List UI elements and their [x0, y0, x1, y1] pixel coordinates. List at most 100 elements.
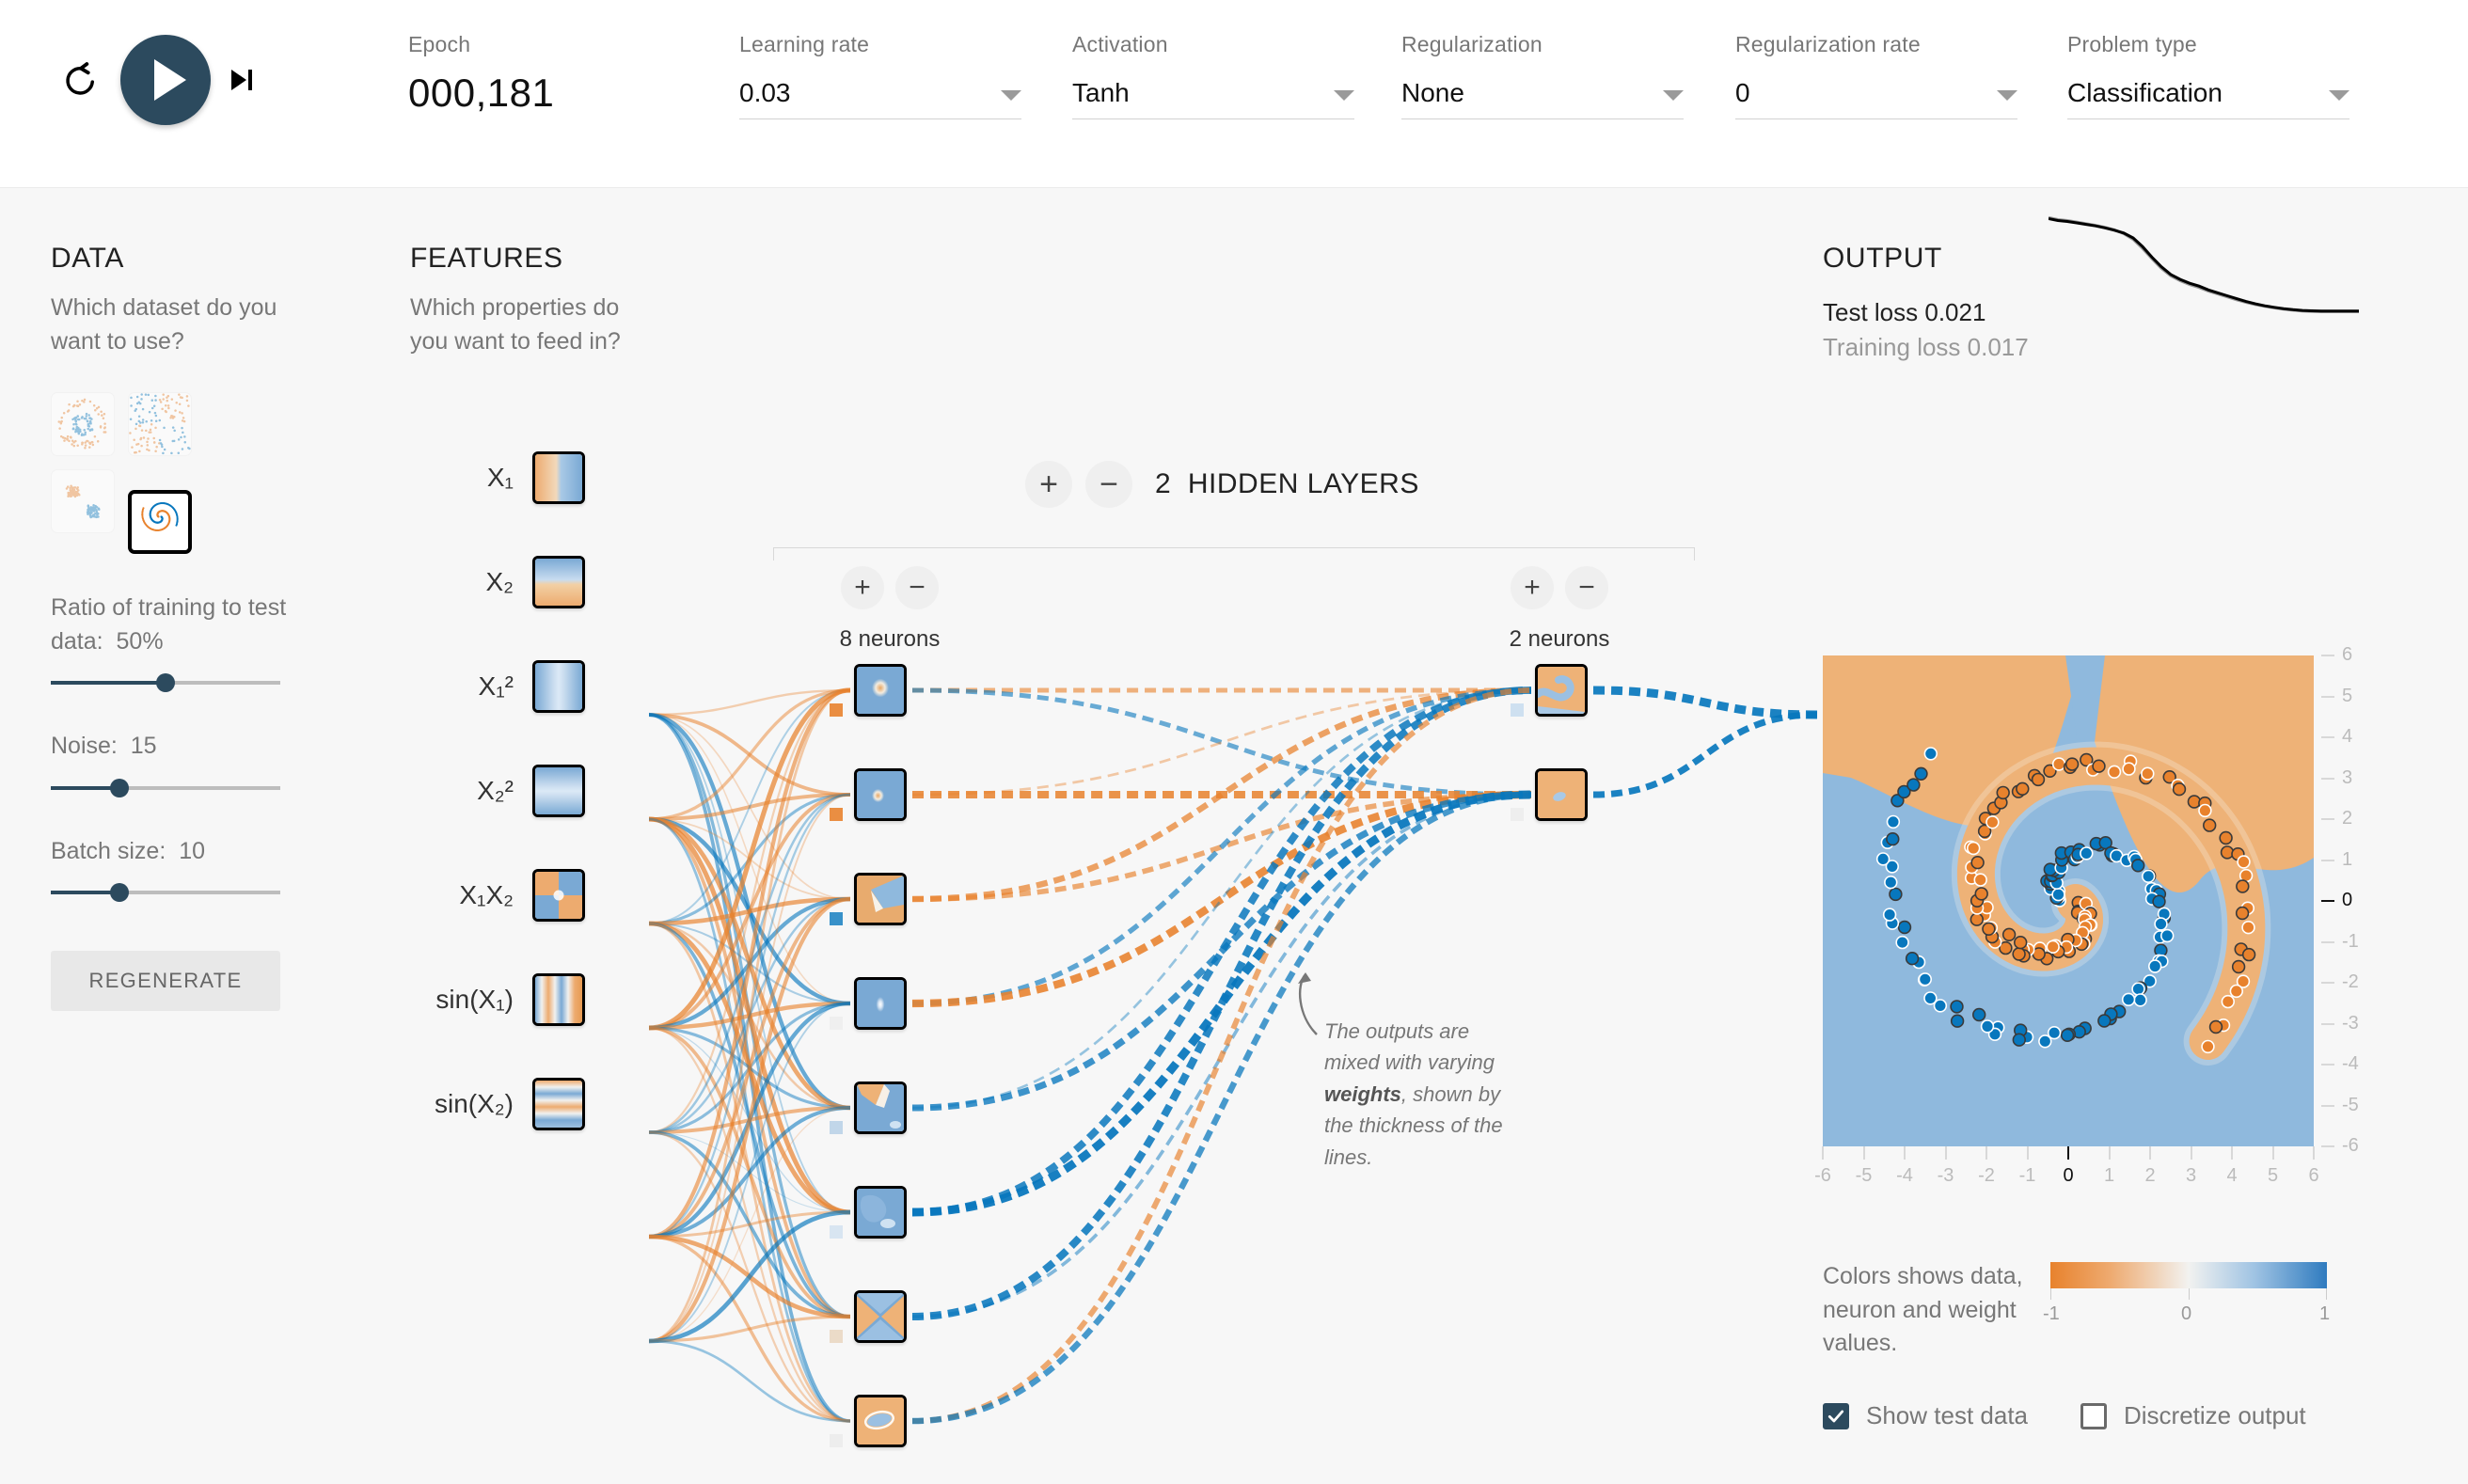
- regularization-rate-select[interactable]: 0: [1735, 78, 2017, 119]
- neuron-thumbnail[interactable]: [854, 873, 907, 925]
- regularization-select[interactable]: None: [1401, 78, 1684, 119]
- bias-indicator[interactable]: [830, 808, 843, 821]
- ratio-slider[interactable]: [51, 673, 280, 692]
- neuron-thumbnail[interactable]: [854, 977, 907, 1030]
- bias-indicator[interactable]: [830, 1434, 843, 1447]
- y-tick-label: -5: [2342, 1095, 2359, 1116]
- y-axis: 6543210-1-2-3-4-5-6: [2321, 655, 2378, 1146]
- x-tick-line: [1904, 1146, 1906, 1160]
- regularization-rate-control: Regularization rate 0: [1735, 32, 2017, 119]
- batch-slider-group: Batch size: 10: [51, 835, 305, 903]
- step-button[interactable]: [231, 70, 252, 90]
- hidden-node-l2-1[interactable]: [1535, 664, 1588, 717]
- checkbox-checked-icon: [1823, 1403, 1849, 1429]
- hidden-node-l2-2[interactable]: [1535, 768, 1588, 821]
- neuron-thumbnail[interactable]: [854, 1186, 907, 1239]
- batch-slider[interactable]: [51, 883, 280, 902]
- feature-node-sinx2[interactable]: [532, 1078, 585, 1130]
- x-tick-label: -4: [1893, 1165, 1916, 1187]
- feature-node-x2[interactable]: [532, 556, 585, 608]
- feature-label-x2sq: X₂²: [410, 776, 532, 806]
- feature-node-x1x2[interactable]: [532, 869, 585, 922]
- layer-2-remove-neuron-button[interactable]: −: [1565, 566, 1608, 609]
- chevron-down-icon: [1997, 90, 2017, 101]
- epoch-label: Epoch: [408, 32, 577, 57]
- noise-slider-group: Noise: 15: [51, 730, 305, 797]
- noise-slider-knob[interactable]: [110, 779, 129, 797]
- feature-node-x1sq[interactable]: [532, 660, 585, 713]
- ratio-slider-knob[interactable]: [156, 673, 175, 692]
- feature-label-x2: X₂: [410, 567, 532, 597]
- hidden-node-l1-5[interactable]: [854, 1081, 907, 1134]
- activation-select[interactable]: Tanh: [1072, 78, 1354, 119]
- legend-tick-line: [2189, 1288, 2190, 1300]
- layer-1-remove-neuron-button[interactable]: −: [895, 566, 939, 609]
- feature-label-sinx1: sin(X₁): [410, 985, 532, 1015]
- toolbar: Epoch 000,181 Learning rate 0.03 Activat…: [0, 0, 2468, 188]
- bias-indicator[interactable]: [830, 1330, 843, 1343]
- x-tick-line: [2109, 1146, 2111, 1160]
- hidden-node-l1-3[interactable]: [854, 873, 907, 925]
- output-panel: OUTPUT Test loss 0.021 Training loss 0.0…: [1823, 243, 2349, 365]
- playback-controls: [0, 28, 376, 132]
- x-tick-label: 5: [2262, 1165, 2285, 1187]
- layer-1-add-neuron-button[interactable]: +: [841, 566, 884, 609]
- neuron-thumbnail[interactable]: [854, 1395, 907, 1447]
- feature-label-x1x2: X₁X₂: [410, 880, 532, 910]
- neuron-thumbnail[interactable]: [854, 1290, 907, 1343]
- dataset-gauss[interactable]: [51, 469, 115, 533]
- x-tick-line: [1945, 1146, 1947, 1160]
- learning-rate-select[interactable]: 0.03: [739, 78, 1021, 119]
- output-decision-boundary[interactable]: [1823, 655, 2314, 1146]
- feature-row-x1x2: X₁X₂: [410, 843, 585, 947]
- problem-type-select[interactable]: Classification: [2067, 78, 2349, 119]
- add-layer-button[interactable]: +: [1025, 461, 1072, 508]
- dataset-spiral[interactable]: [128, 490, 192, 554]
- regenerate-button[interactable]: REGENERATE: [51, 951, 280, 1011]
- hidden-node-l1-6[interactable]: [854, 1186, 907, 1239]
- hidden-node-l1-8[interactable]: [854, 1395, 907, 1447]
- dataset-xor[interactable]: [128, 392, 192, 456]
- hidden-node-l1-1[interactable]: [854, 664, 907, 717]
- x-tick-label: 3: [2180, 1165, 2203, 1187]
- feature-node-x1[interactable]: [532, 451, 585, 504]
- x-tick-line: [1985, 1146, 1987, 1160]
- noise-slider[interactable]: [51, 779, 280, 797]
- discretize-output-checkbox[interactable]: Discretize output: [2080, 1401, 2306, 1430]
- y-tick-line: [2321, 818, 2334, 820]
- feature-row-sinx1: sin(X₁): [410, 947, 585, 1051]
- x-tick-label: -5: [1853, 1165, 1875, 1187]
- neuron-thumbnail[interactable]: [854, 768, 907, 821]
- feature-node-x2sq[interactable]: [532, 765, 585, 817]
- x-tick-label: 1: [2098, 1165, 2121, 1187]
- bias-indicator[interactable]: [830, 1017, 843, 1030]
- x-tick-line: [2272, 1146, 2274, 1160]
- show-test-data-checkbox[interactable]: Show test data: [1823, 1401, 2028, 1430]
- bias-indicator[interactable]: [830, 703, 843, 717]
- hidden-node-l1-2[interactable]: [854, 768, 907, 821]
- play-button[interactable]: [120, 35, 211, 125]
- x-tick-label: 6: [2302, 1165, 2325, 1187]
- bias-indicator[interactable]: [830, 1121, 843, 1134]
- layer-1-neuron-count: 8 neurons: [840, 626, 941, 653]
- y-tick-label: -6: [2342, 1135, 2359, 1157]
- bias-indicator[interactable]: [830, 912, 843, 925]
- feature-node-sinx1[interactable]: [532, 973, 585, 1026]
- neuron-thumbnail[interactable]: [854, 664, 907, 717]
- reset-icon[interactable]: [58, 57, 103, 103]
- bias-indicator[interactable]: [830, 1225, 843, 1239]
- bias-indicator[interactable]: [1511, 808, 1524, 821]
- neuron-thumbnail[interactable]: [1535, 664, 1588, 717]
- bias-indicator[interactable]: [1511, 703, 1524, 717]
- hidden-node-l1-7[interactable]: [854, 1290, 907, 1343]
- neuron-thumbnail[interactable]: [854, 1081, 907, 1134]
- y-tick-label: 4: [2342, 726, 2352, 748]
- layer-2-add-neuron-button[interactable]: +: [1511, 566, 1554, 609]
- hidden-node-l1-4[interactable]: [854, 977, 907, 1030]
- learning-rate-label: Learning rate: [739, 32, 1021, 57]
- remove-layer-button[interactable]: −: [1085, 461, 1132, 508]
- dataset-circle[interactable]: [51, 392, 115, 456]
- neuron-thumbnail[interactable]: [1535, 768, 1588, 821]
- batch-slider-knob[interactable]: [110, 883, 129, 902]
- x-tick-line: [2231, 1146, 2233, 1160]
